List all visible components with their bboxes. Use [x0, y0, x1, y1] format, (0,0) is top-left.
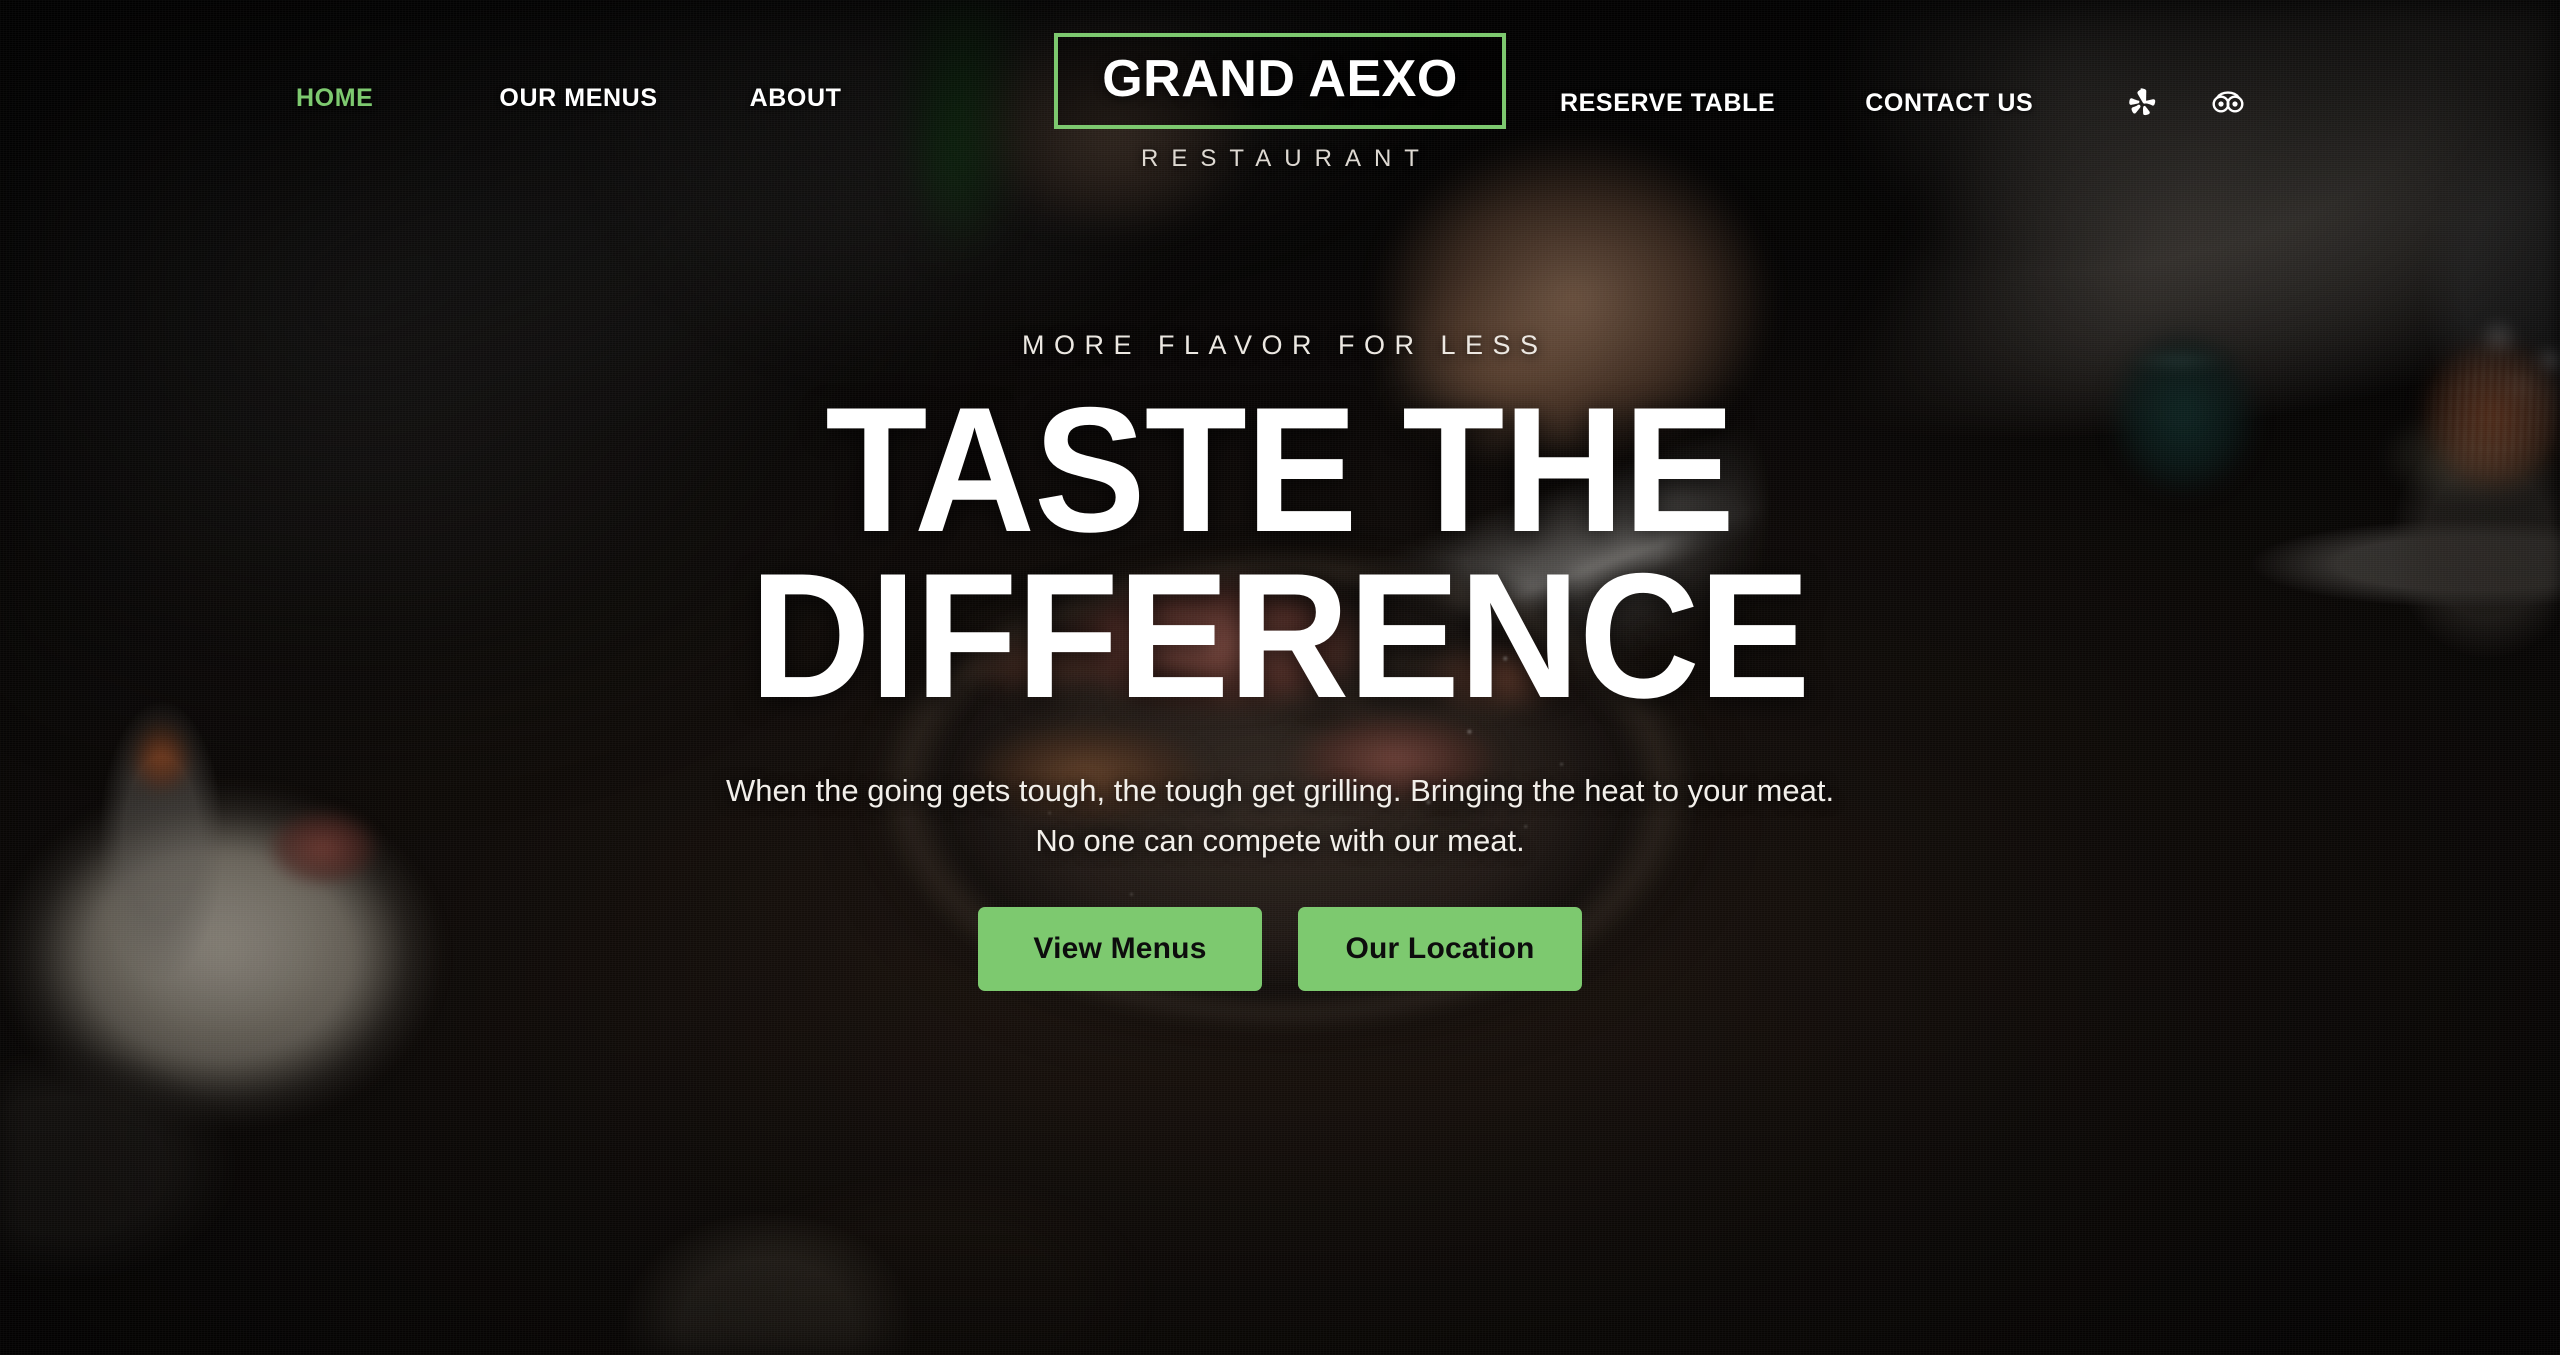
nav-item-about[interactable]: ABOUT [750, 86, 842, 111]
tripadvisor-link[interactable] [2211, 86, 2245, 120]
bg-film-grain [0, 0, 2560, 1355]
nav-item-our-menus[interactable]: OUR MENUS [499, 86, 657, 111]
our-location-button[interactable]: Our Location [1298, 906, 1582, 991]
logo-name: GRAND AEXO [1102, 50, 1458, 108]
hero-cta-row: View Menus Our Location [978, 906, 1582, 991]
yelp-link[interactable] [2125, 86, 2159, 120]
primary-nav-right: RESERVE TABLE CONTACT US [1560, 86, 2245, 120]
primary-nav-left: HOME OUR MENUS ABOUT [296, 86, 841, 111]
yelp-icon [2127, 87, 2157, 119]
logo-subtitle: RESTAURANT [1141, 145, 1432, 172]
social-links [2125, 86, 2245, 120]
site-header: HOME OUR MENUS ABOUT RESERVE TABLE CONTA… [0, 0, 2560, 200]
hero-background-image [0, 0, 2560, 1355]
nav-item-reserve-table[interactable]: RESERVE TABLE [1560, 90, 1775, 116]
nav-item-home[interactable]: HOME [296, 86, 373, 111]
view-menus-button[interactable]: View Menus [978, 906, 1262, 991]
tripadvisor-icon [2211, 89, 2245, 117]
nav-item-contact-us[interactable]: CONTACT US [1865, 90, 2033, 116]
restaurant-landing-page: HOME OUR MENUS ABOUT RESERVE TABLE CONTA… [0, 0, 2560, 1355]
logo-frame[interactable]: GRAND AEXO [1054, 33, 1506, 129]
